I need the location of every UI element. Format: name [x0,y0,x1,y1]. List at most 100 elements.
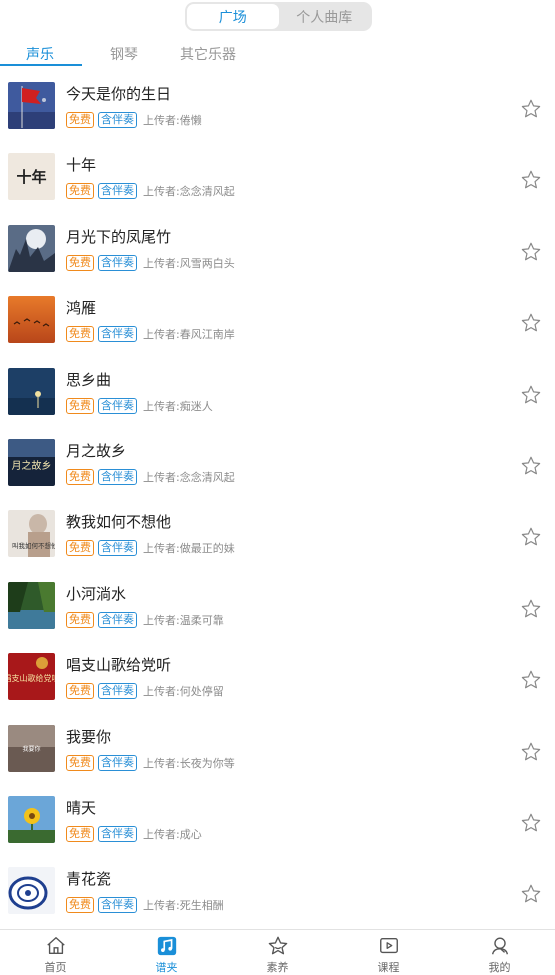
uploader-name: 风雪两白头 [179,256,235,270]
list-item[interactable]: 叫我如何不想他 教我如何不想他 免费 含伴奏 上传者: 做最正的妹 [0,510,555,581]
uploader: 上传者: 念念清风起 [143,183,235,199]
uploader: 上传者: 痴迷人 [143,398,213,414]
free-badge: 免费 [66,183,94,200]
song-meta: 免费 含伴奏 上传者: 念念清风起 [66,468,235,485]
segment-personal-library[interactable]: 个人曲库 [279,4,371,29]
song-title: 我要你 [66,727,112,746]
active-tab-indicator [0,64,82,66]
song-title: 教我如何不想他 [66,513,172,532]
segment-plaza[interactable]: 广场 [187,4,279,29]
free-badge: 免费 [66,754,94,771]
uploader-prefix: 上传者: [143,114,180,127]
person-icon [491,937,508,955]
song-cover [8,867,55,915]
song-title: 小河淌水 [66,584,127,603]
cover-text: 十年 [16,168,46,186]
song-cover: 月之故乡 [8,438,55,486]
cover-text: 唱支山歌给党听 [8,673,55,683]
uploader: 上传者: 风雪两白头 [143,255,235,271]
song-meta: 免费 含伴奏 上传者: 做最正的妹 [66,540,235,557]
uploader: 上传者: 何处停留 [143,683,224,699]
list-item[interactable]: 今天是你的生日 免费 含伴奏 上传者: 倦懒 [0,82,555,153]
favorite-star-icon[interactable] [520,812,542,834]
uploader-prefix: 上传者: [143,899,180,913]
uploader-prefix: 上传者: [143,542,180,556]
nav-course[interactable]: 课程 [333,930,444,975]
song-title: 月光下的凤尾竹 [66,227,172,246]
favorite-star-icon[interactable] [520,598,542,620]
accompaniment-badge: 含伴奏 [98,468,137,485]
nav-home[interactable]: 首页 [0,930,111,975]
uploader-prefix: 上传者: [143,470,180,484]
song-meta: 免费 含伴奏 上传者: 何处停留 [66,683,224,700]
free-badge: 免费 [66,611,94,628]
uploader-name: 死生相酬 [179,899,224,913]
tab-other-instruments[interactable]: 其它乐器 [172,40,244,67]
star-icon [268,936,287,955]
uploader-name: 何处停留 [179,685,224,699]
uploader-name: 成心 [179,827,202,841]
uploader: 上传者: 死生相酬 [143,897,224,913]
list-item[interactable]: 鸿雁 免费 含伴奏 上传者: 春风江南岸 [0,296,555,367]
song-meta: 免费 含伴奏 上传者: 长夜为你等 [66,754,235,771]
list-item[interactable]: 十年 十年 免费 含伴奏 上传者: 念念清风起 [0,153,555,224]
song-meta: 免费 含伴奏 上传者: 温柔可靠 [66,611,224,628]
song-title: 思乡曲 [66,370,112,389]
uploader-prefix: 上传者: [143,685,180,699]
uploader-prefix: 上传者: [143,399,180,413]
song-cover: 十年 [8,153,55,201]
favorite-star-icon[interactable] [520,455,542,477]
uploader: 上传者: 倦懒 [143,112,202,128]
nav-mine[interactable]: 我的 [444,930,555,975]
favorite-star-icon[interactable] [520,169,542,191]
tab-vocal[interactable]: 声乐 [0,40,80,67]
song-title: 月之故乡 [66,441,127,460]
nav-score-folder[interactable]: 谱夹 [111,930,222,975]
cover-text: 月之故乡 [12,459,52,472]
free-badge: 免费 [66,540,94,557]
list-item[interactable]: 晴天 免费 含伴奏 上传者: 成心 [0,795,555,867]
list-item[interactable]: 月之故乡 月之故乡 免费 含伴奏 上传者: 念念清风起 [0,438,555,510]
uploader-name: 痴迷人 [179,399,213,413]
song-meta: 免费 含伴奏 上传者: 春风江南岸 [66,326,235,343]
favorite-star-icon[interactable] [520,526,542,548]
uploader-prefix: 上传者: [143,756,180,770]
free-badge: 免费 [66,683,94,700]
cover-text: 我要你 [22,745,40,753]
uploader-prefix: 上传者: [143,613,180,627]
free-badge: 免费 [66,825,94,842]
accompaniment-badge: 含伴奏 [98,754,137,771]
favorite-star-icon[interactable] [520,241,542,263]
uploader: 上传者: 长夜为你等 [143,755,235,771]
free-badge: 免费 [66,254,94,271]
tab-piano[interactable]: 钢琴 [92,40,156,67]
favorite-star-icon[interactable] [520,741,542,763]
list-item[interactable]: 思乡曲 免费 含伴奏 上传者: 痴迷人 [0,367,555,439]
accompaniment-badge: 含伴奏 [98,611,137,628]
favorite-star-icon[interactable] [520,669,542,691]
list-item[interactable]: 小河淌水 免费 含伴奏 上传者: 温柔可靠 [0,581,555,653]
library-switch: 广场 个人曲库 [185,2,372,31]
list-item[interactable]: 青花瓷 免费 含伴奏 上传者: 死生相酬 [0,867,555,938]
home-icon [46,937,65,955]
uploader-name: 念念清风起 [179,185,235,199]
song-cover [8,795,55,843]
song-cover [8,581,55,629]
list-item[interactable]: 我要你 我要你 免费 含伴奏 上传者: 长夜为你等 [0,724,555,796]
accompaniment-badge: 含伴奏 [98,183,137,200]
song-title: 唱支山歌给党听 [66,656,172,675]
uploader-prefix: 上传者: [143,185,180,199]
list-item[interactable]: 唱支山歌给党听 唱支山歌给党听 免费 含伴奏 上传者:何处停留 [0,653,555,724]
song-meta: 免费 含伴奏 上传者: 死生相酬 [66,897,224,914]
favorite-star-icon[interactable] [520,98,542,120]
favorite-star-icon[interactable] [520,883,542,905]
song-title: 鸿雁 [66,299,97,318]
uploader-name: 做最正的妹 [179,542,235,556]
nav-literacy[interactable]: 素养 [222,930,333,975]
favorite-star-icon[interactable] [520,384,542,406]
list-item[interactable]: 月光下的凤尾竹 免费 含伴奏 上传者: 风雪两白头 [0,224,555,296]
favorite-star-icon[interactable] [520,312,542,334]
song-title: 晴天 [66,798,97,817]
accompaniment-badge: 含伴奏 [98,112,137,128]
song-meta: 免费 含伴奏 上传者: 痴迷人 [66,397,213,414]
